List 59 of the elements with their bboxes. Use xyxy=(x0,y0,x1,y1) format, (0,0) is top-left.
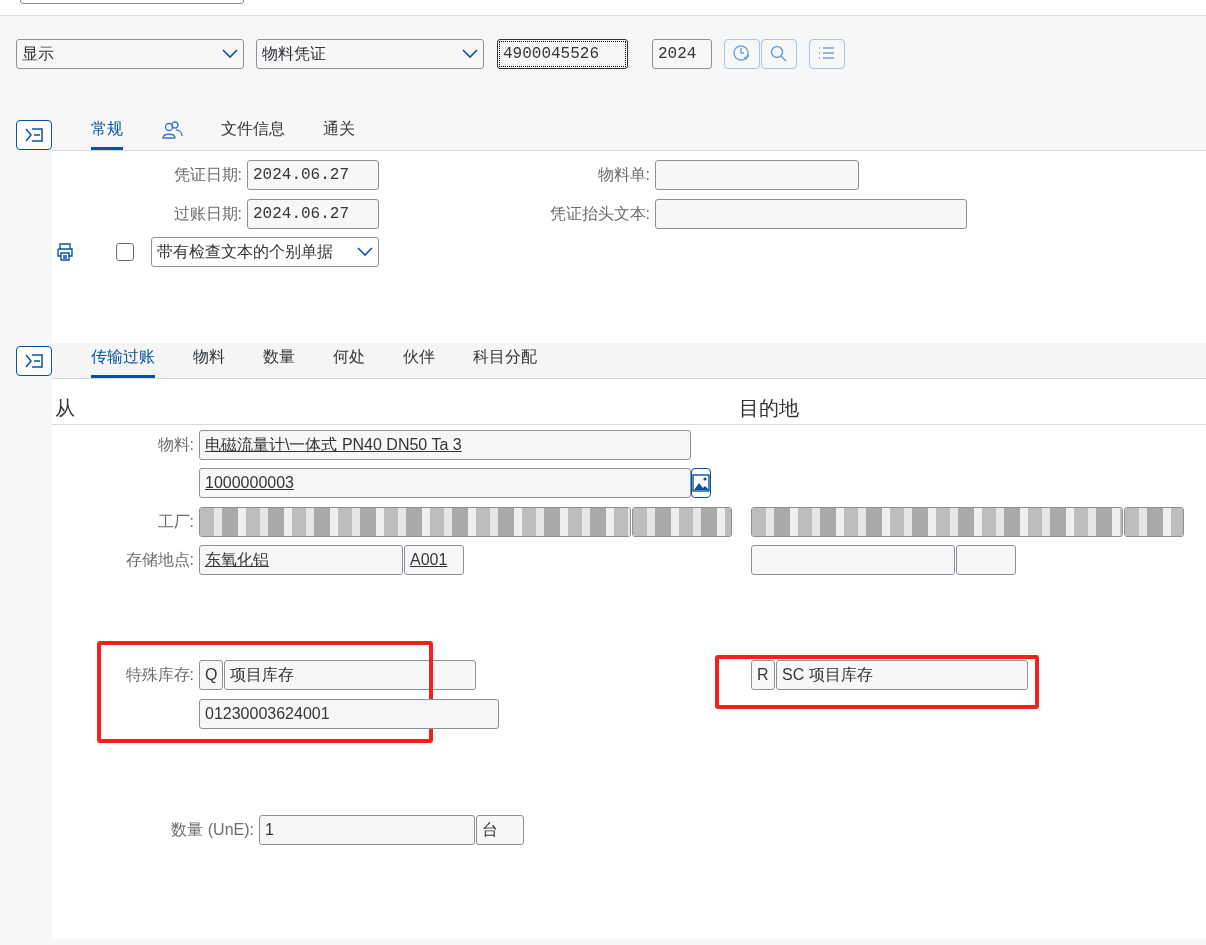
field-label: 存储地点: xyxy=(124,550,195,570)
tab[interactable]: 通关 xyxy=(323,117,355,150)
input-field[interactable]: 2024 xyxy=(652,39,712,69)
field-label: 物料: xyxy=(156,435,195,455)
field-label: 数量 (UnE): xyxy=(170,820,255,840)
input-field[interactable]: SC 项目库存 xyxy=(776,660,1028,690)
search-button[interactable] xyxy=(761,39,797,69)
people-icon xyxy=(161,119,183,140)
input-field[interactable]: 01230003624001 xyxy=(199,699,499,729)
input-field[interactable]: 4900045526 xyxy=(497,39,628,69)
dropdown-field[interactable]: 显示 xyxy=(16,39,244,69)
field-label: 物料单: xyxy=(596,165,651,185)
image-icon xyxy=(692,474,710,492)
dropdown-field[interactable]: 带有检查文本的个别单据 xyxy=(151,237,379,267)
input-field[interactable]: R xyxy=(751,660,775,690)
input-field[interactable] xyxy=(956,545,1016,575)
tab[interactable]: 伙伴 xyxy=(403,345,435,378)
section-heading: 目的地 xyxy=(739,396,799,421)
input-field[interactable]: 1 xyxy=(259,815,475,845)
search-icon xyxy=(769,44,789,64)
tab[interactable]: 数量 xyxy=(263,345,295,378)
input-field[interactable]: 台 xyxy=(476,815,524,845)
input-field[interactable]: 2024.06.27 xyxy=(247,160,379,190)
history-button[interactable] xyxy=(724,39,760,69)
collapse-toggle-button[interactable] xyxy=(16,120,52,150)
tab[interactable]: 何处 xyxy=(333,345,365,378)
chevron-icon xyxy=(222,49,238,59)
tab[interactable]: 科目分配 xyxy=(473,345,537,378)
input-field[interactable] xyxy=(751,545,955,575)
input-field[interactable]: 2024.06.27 xyxy=(247,199,379,229)
image-button[interactable] xyxy=(691,468,711,498)
input-field[interactable]: Q xyxy=(199,660,223,690)
input-field[interactable] xyxy=(655,160,859,190)
section-heading: 从 xyxy=(54,396,76,421)
input-field[interactable] xyxy=(199,507,631,537)
checkbox[interactable] xyxy=(116,243,134,261)
history-icon xyxy=(732,44,752,64)
input-field[interactable] xyxy=(1124,507,1184,537)
field-label: 凭证抬头文本: xyxy=(548,204,651,224)
input-field[interactable]: A001 xyxy=(404,545,464,575)
collapse-toggle-button[interactable] xyxy=(16,346,52,376)
input-field[interactable] xyxy=(655,199,967,229)
collapse-icon xyxy=(24,353,44,369)
input-field[interactable]: 项目库存 xyxy=(224,660,476,690)
field-label: 过账日期: xyxy=(172,204,243,224)
collapse-icon xyxy=(24,127,44,143)
chevron-icon xyxy=(462,49,478,59)
input-field[interactable]: 1000000003 xyxy=(199,468,691,498)
list-button[interactable] xyxy=(809,39,845,69)
tab[interactable]: 物料 xyxy=(193,345,225,378)
dropdown-field[interactable]: 物料凭证 xyxy=(256,39,484,69)
printer-icon[interactable] xyxy=(55,242,75,262)
field-label: 凭证日期: xyxy=(172,165,243,185)
input-field[interactable] xyxy=(632,507,732,537)
input-field[interactable] xyxy=(751,507,1123,537)
tab[interactable]: 文件信息 xyxy=(221,117,285,150)
field-label: 特殊库存: xyxy=(124,665,195,685)
field-label: 工厂: xyxy=(156,512,195,532)
chevron-icon xyxy=(357,247,373,257)
